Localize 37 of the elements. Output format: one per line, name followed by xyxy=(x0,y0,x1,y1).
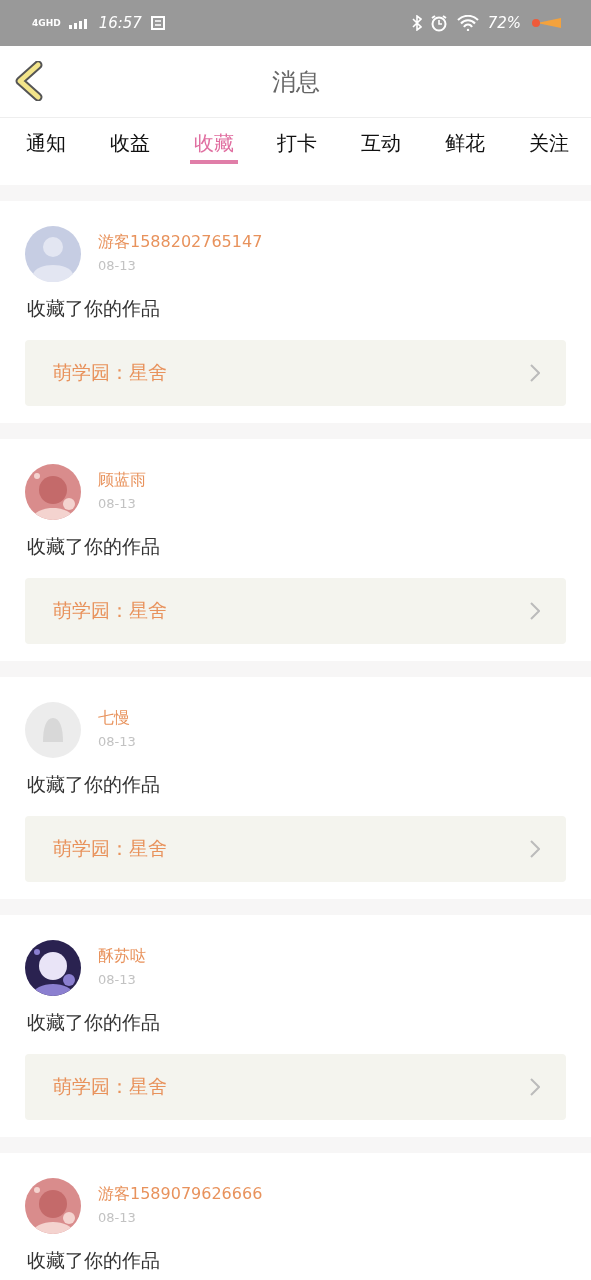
message-date: 08-13 xyxy=(98,258,137,273)
clock-time: 16:57 xyxy=(98,14,142,32)
user-name: 游客1588202765147 xyxy=(98,232,263,253)
message-date: 08-13 xyxy=(98,1210,137,1225)
page-title: 消息 xyxy=(271,66,320,98)
message-date: 08-13 xyxy=(98,972,137,987)
chevron-right-icon xyxy=(530,602,540,620)
chevron-right-icon xyxy=(530,364,540,382)
wifi-icon xyxy=(455,15,480,31)
message-text: 收藏了你的作品 xyxy=(27,296,161,321)
tab[interactable]: 打卡 xyxy=(273,118,322,164)
tab[interactable]: 互动 xyxy=(357,118,406,164)
chevron-right-icon xyxy=(530,840,540,858)
tab[interactable]: 关注 xyxy=(524,118,573,164)
message-date: 08-13 xyxy=(98,734,136,749)
screenshot-icon xyxy=(149,15,166,31)
message-date: 08-13 xyxy=(98,496,137,511)
bluetooth-icon xyxy=(411,15,422,31)
message-text: 收藏了你的作品 xyxy=(27,1248,161,1273)
user-name: 七慢 xyxy=(98,708,131,729)
chevron-right-icon xyxy=(530,1078,540,1096)
message-text: 收藏了你的作品 xyxy=(27,1010,161,1035)
network-label: 4GHD xyxy=(32,18,61,28)
message-text: 收藏了你的作品 xyxy=(27,772,161,797)
user-name: 顾蓝雨 xyxy=(98,470,146,491)
message-text: 收藏了你的作品 xyxy=(27,534,161,559)
user-name: 酥苏哒 xyxy=(98,946,146,967)
battery-level: 72% xyxy=(487,14,521,32)
alarm-icon xyxy=(429,14,448,32)
avatar-icon xyxy=(25,702,81,758)
user-name: 游客1589079626666 xyxy=(98,1184,263,1205)
meteor-icon xyxy=(529,17,563,29)
avatar-icon xyxy=(25,226,81,282)
back-button[interactable] xyxy=(14,61,44,101)
tab[interactable]: 鲜花 xyxy=(441,118,490,164)
tab[interactable]: 通知 xyxy=(22,118,70,164)
tab[interactable]: 收益 xyxy=(105,118,154,164)
